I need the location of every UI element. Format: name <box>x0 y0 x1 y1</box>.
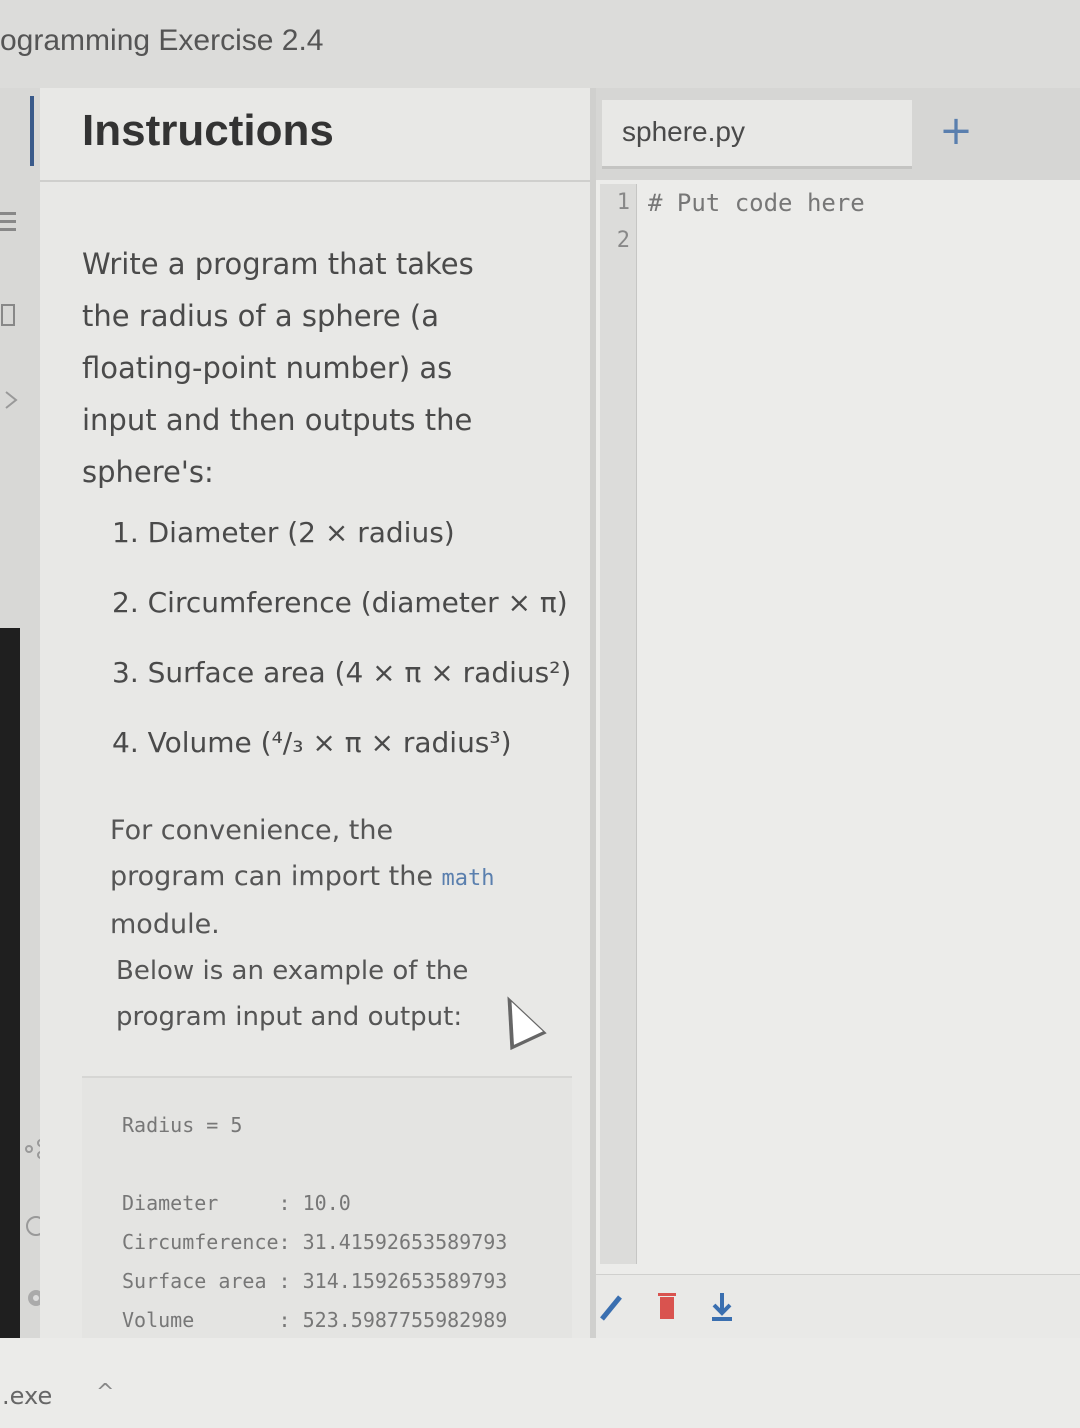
list-item: 1. Diameter (2 × radius) <box>112 516 455 549</box>
instructions-panel: Instructions Write a program that takes … <box>40 88 596 1340</box>
line-number: 1 <box>616 190 630 215</box>
left-rail-shadow <box>0 628 20 1338</box>
pencil-icon[interactable] <box>596 1289 628 1325</box>
book-icon[interactable] <box>0 303 20 335</box>
code-line-2[interactable] <box>648 222 1068 260</box>
active-indicator <box>30 96 34 166</box>
instructions-title: Instructions <box>82 106 334 155</box>
taskbar: .exe ^ <box>0 1338 1080 1428</box>
instructions-paragraph-3: Below is an example of the program input… <box>116 956 469 1032</box>
line-number: 2 <box>616 228 630 253</box>
instructions-header: Instructions <box>40 88 590 182</box>
instructions-paragraph-1: Write a program that takes the radius of… <box>82 247 474 489</box>
code-editor: sphere.py + 1 2 # Put code here <box>596 88 1080 1339</box>
steps-list: 1. Diameter (2 × radius) 2. Circumferenc… <box>112 498 572 778</box>
trash-icon[interactable] <box>652 1289 684 1325</box>
code-icon[interactable] <box>0 388 24 418</box>
list-item: 3. Surface area (4 × π × radius²) <box>112 656 572 689</box>
taskbar-exe-label[interactable]: .exe <box>2 1382 52 1410</box>
instructions-body: Write a program that takes the radius of… <box>82 238 571 1032</box>
example-output-block: Radius = 5 Diameter : 10.0 Circumference… <box>82 1076 572 1340</box>
example-output-line: Circumference: 31.41592653589793 <box>122 1230 508 1254</box>
example-text: Radius = 5 Diameter : 10.0 Circumference… <box>122 1106 507 1340</box>
chevron-up-icon[interactable]: ^ <box>96 1380 114 1405</box>
para2-after: module. <box>110 909 220 940</box>
example-output-line: Volume : 523.5987755982989 <box>122 1308 508 1332</box>
line-number-gutter: 1 2 <box>600 184 637 1264</box>
editor-tabbar: sphere.py + <box>596 88 1080 180</box>
instructions-paragraph-2: For convenience, the program can import … <box>110 808 510 948</box>
add-file-button[interactable]: + <box>936 106 976 156</box>
code-line-1[interactable]: # Put code here <box>648 184 865 222</box>
window-titlebar: ogramming Exercise 2.4 <box>0 0 1080 90</box>
list-item: 4. Volume (⁴/₃ × π × radius³) <box>112 726 512 759</box>
list-icon[interactable] <box>0 208 20 242</box>
tab-sphere-py[interactable]: sphere.py <box>602 100 912 169</box>
left-rail <box>0 88 46 1338</box>
math-code: math <box>441 866 495 891</box>
example-output-line: Surface area : 314.1592653589793 <box>122 1269 508 1293</box>
editor-toolbar <box>596 1274 1080 1339</box>
tab-label: sphere.py <box>622 116 745 147</box>
example-input-line: Radius = 5 <box>122 1113 243 1137</box>
example-output-line: Diameter : 10.0 <box>122 1191 351 1215</box>
list-item: 2. Circumference (diameter × π) <box>112 586 568 619</box>
para2-before: For convenience, the program can import … <box>110 815 442 892</box>
window-title: ogramming Exercise 2.4 <box>0 24 324 57</box>
download-icon[interactable] <box>706 1289 738 1325</box>
